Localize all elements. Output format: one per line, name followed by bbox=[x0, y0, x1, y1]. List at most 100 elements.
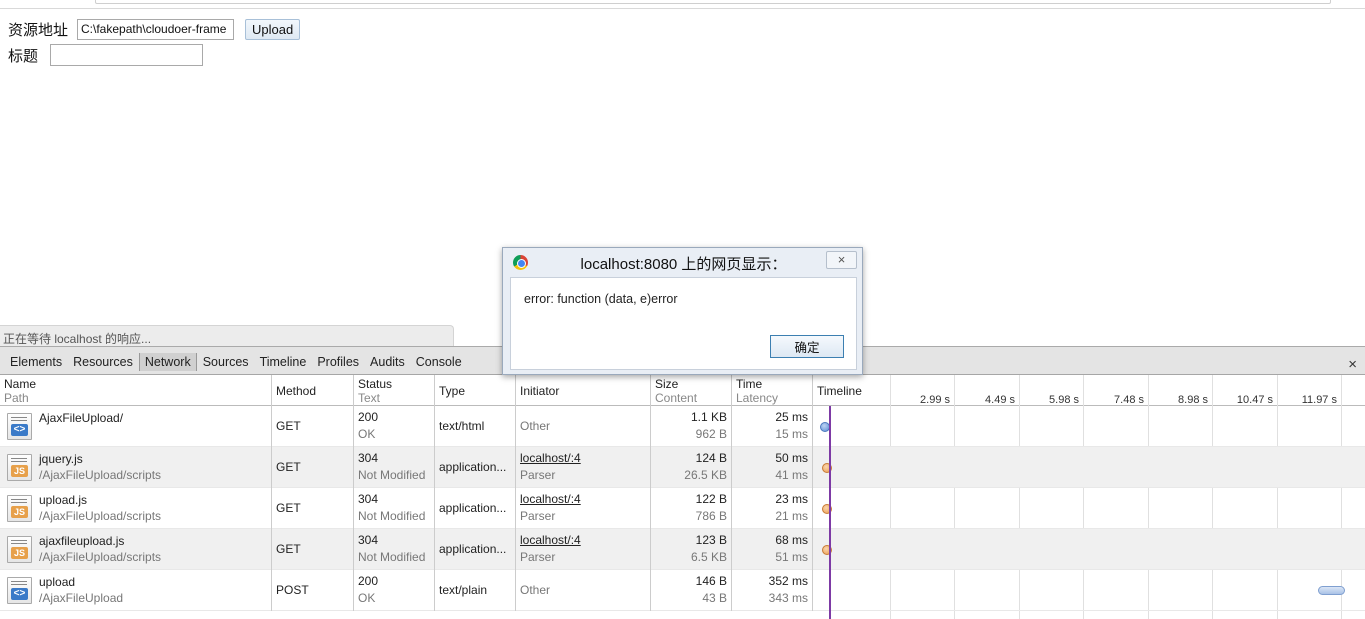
tab-sources[interactable]: Sources bbox=[198, 353, 254, 371]
dialog-title: localhost:8080 上的网页显示： bbox=[580, 256, 787, 273]
name-cell: JS ajaxfileupload.js/AjaxFileUpload/scrip… bbox=[0, 529, 272, 570]
initiator_sub-value: Parser bbox=[520, 468, 556, 482]
col-timeline-header[interactable]: Timeline bbox=[813, 375, 890, 406]
name-cell: <> AjaxFileUpload/ bbox=[0, 406, 272, 447]
timeline-tick-label: 4.49 s bbox=[985, 394, 1015, 406]
col-method-header[interactable]: Method bbox=[272, 375, 354, 406]
initiator_sub-value: Parser bbox=[520, 550, 556, 564]
status-cell: 304 Not Modified bbox=[354, 529, 435, 570]
tab-network[interactable]: Network bbox=[138, 353, 197, 371]
address-bar[interactable] bbox=[95, 0, 1331, 4]
content-value: 6.5 KB bbox=[690, 550, 727, 564]
type-cell: text/html bbox=[435, 406, 516, 447]
time-value: 68 ms bbox=[775, 533, 808, 547]
status-value: 200 bbox=[358, 410, 379, 424]
col-content-label: Content bbox=[655, 391, 698, 405]
content-value: 962 B bbox=[695, 427, 727, 441]
method-cell: GET bbox=[272, 529, 354, 570]
tab-resources[interactable]: Resources bbox=[68, 353, 138, 371]
status_text-value: Not Modified bbox=[358, 550, 426, 564]
size-value: 146 B bbox=[695, 574, 727, 588]
col-name-label: Name bbox=[4, 377, 37, 391]
alert-dialog: localhost:8080 上的网页显示： × error: function… bbox=[502, 247, 863, 375]
table-row[interactable]: <> AjaxFileUpload/GET 200 OK text/html Other 1… bbox=[0, 406, 1365, 447]
status-cell: 304 Not Modified bbox=[354, 447, 435, 488]
dialog-close-icon[interactable]: × bbox=[826, 251, 857, 269]
network-grid: Name Path Method Status Text Type Initia… bbox=[0, 375, 1365, 619]
tab-profiles[interactable]: Profiles bbox=[312, 353, 364, 371]
col-time-label: Time bbox=[736, 377, 763, 391]
status-value: 304 bbox=[358, 451, 379, 465]
size-cell: 122 B 786 B bbox=[651, 488, 732, 529]
table-row[interactable]: JS jquery.js/AjaxFileUpload/scripts GET 304… bbox=[0, 447, 1365, 488]
request-path: /AjaxFileUpload/scripts bbox=[39, 550, 162, 564]
initiator-value[interactable]: localhost/:4 bbox=[520, 492, 581, 506]
file-path-input[interactable]: C:\fakepath\cloudoer-frame bbox=[77, 19, 235, 40]
col-size-label: Size bbox=[655, 377, 679, 391]
request-name: AjaxFileUpload/ bbox=[39, 411, 124, 425]
latency-value: 15 ms bbox=[775, 427, 808, 441]
table-row[interactable]: JS upload.js/AjaxFileUpload/scripts GET 304… bbox=[0, 488, 1365, 529]
devtools-close-icon[interactable]: × bbox=[1348, 356, 1357, 373]
status-cell: 200 OK bbox=[354, 570, 435, 611]
status_text-value: OK bbox=[358, 427, 376, 441]
method-cell: GET bbox=[272, 488, 354, 529]
initiator-value[interactable]: localhost/:4 bbox=[520, 451, 581, 465]
latency-value: 51 ms bbox=[775, 550, 808, 564]
timeline-tick-label: 5.98 s bbox=[1049, 394, 1079, 406]
title-label: 标题 bbox=[8, 47, 39, 65]
request-name: upload.js bbox=[39, 493, 88, 507]
tab-elements[interactable]: Elements bbox=[5, 353, 67, 371]
time-cell: 68 ms 51 ms bbox=[732, 529, 813, 570]
tab-console[interactable]: Console bbox=[411, 353, 467, 371]
col-latency-label: Latency bbox=[736, 391, 779, 405]
content-value: 26.5 KB bbox=[684, 468, 727, 482]
ok-button[interactable]: 确定 bbox=[770, 335, 844, 358]
request-name: upload bbox=[39, 575, 76, 589]
status_text-value: OK bbox=[358, 591, 376, 605]
status_text-value: Not Modified bbox=[358, 468, 426, 482]
request-path: /AjaxFileUpload/scripts bbox=[39, 509, 162, 523]
initiator-cell: Other bbox=[516, 570, 651, 611]
initiator-value[interactable]: localhost/:4 bbox=[520, 533, 581, 547]
col-initiator-header[interactable]: Initiator bbox=[516, 375, 651, 406]
latency-value: 41 ms bbox=[775, 468, 808, 482]
request-path: /AjaxFileUpload/scripts bbox=[39, 468, 162, 482]
status-value: 200 bbox=[358, 574, 379, 588]
timeline-tick-label: 2.99 s bbox=[920, 394, 950, 406]
table-row[interactable]: JS ajaxfileupload.js/AjaxFileUpload/scrip… bbox=[0, 529, 1365, 570]
dialog-body: error: function (data, e)error 确定 bbox=[510, 277, 857, 370]
time-value: 25 ms bbox=[775, 410, 808, 424]
status-value: 304 bbox=[358, 492, 379, 506]
upload-button[interactable]: Upload bbox=[245, 19, 301, 40]
tab-timeline[interactable]: Timeline bbox=[255, 353, 312, 371]
size-value: 124 B bbox=[695, 451, 727, 465]
type-cell: application... bbox=[435, 488, 516, 529]
col-status-header[interactable]: Status Text bbox=[354, 375, 435, 406]
size-value: 123 B bbox=[695, 533, 727, 547]
html-file-icon: <> bbox=[7, 413, 32, 440]
col-time-header[interactable]: Time Latency bbox=[732, 375, 813, 406]
tab-audits[interactable]: Audits bbox=[365, 353, 410, 371]
resource-row: 资源地址 C:\fakepath\cloudoer-frame Upload bbox=[8, 19, 301, 40]
status-cell: 200 OK bbox=[354, 406, 435, 447]
size-value: 122 B bbox=[695, 492, 727, 506]
col-name-header[interactable]: Name Path bbox=[0, 375, 272, 406]
timeline-tick-label: 11.97 s bbox=[1301, 394, 1337, 406]
table-row[interactable]: <> upload/AjaxFileUpload POST 200 OK text/pla… bbox=[0, 570, 1365, 611]
col-size-header[interactable]: Size Content bbox=[651, 375, 732, 406]
col-type-header[interactable]: Type bbox=[435, 375, 516, 406]
js-file-icon: JS bbox=[7, 536, 32, 563]
time-value: 352 ms bbox=[768, 574, 808, 588]
initiator-value: Other bbox=[520, 419, 551, 433]
time-cell: 25 ms 15 ms bbox=[732, 406, 813, 447]
size-value: 1.1 KB bbox=[690, 410, 727, 424]
status-value: 304 bbox=[358, 533, 379, 547]
content-value: 786 B bbox=[695, 509, 727, 523]
title-input[interactable] bbox=[50, 44, 204, 66]
status-cell: 304 Not Modified bbox=[354, 488, 435, 529]
initiator-cell: Other bbox=[516, 406, 651, 447]
name-cell: JS jquery.js/AjaxFileUpload/scripts bbox=[0, 447, 272, 488]
time-value: 50 ms bbox=[775, 451, 808, 465]
js-file-icon: JS bbox=[7, 495, 32, 522]
